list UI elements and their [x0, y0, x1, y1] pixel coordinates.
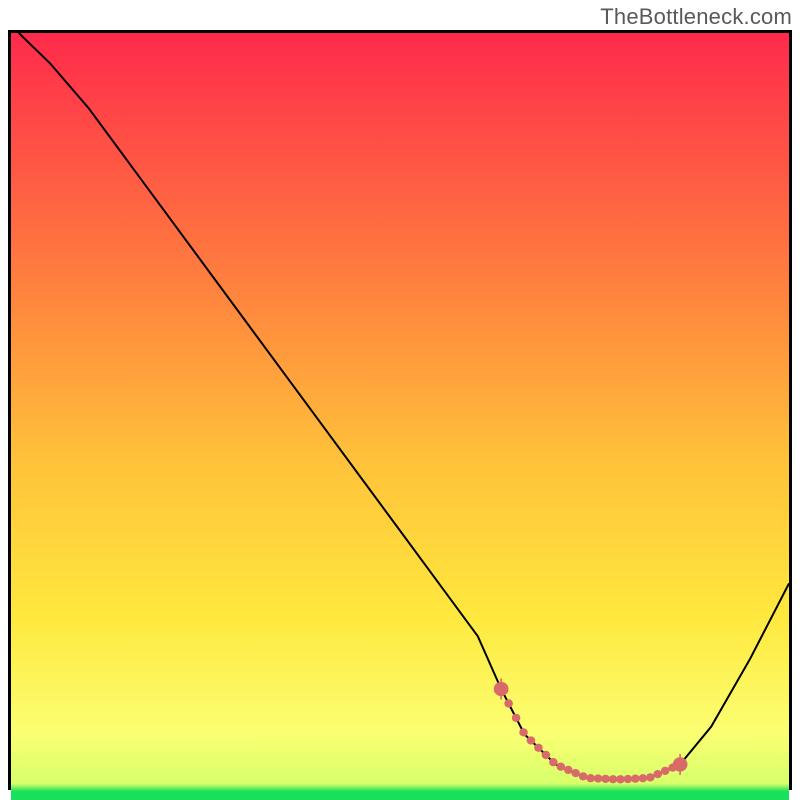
curve-layer [11, 33, 789, 787]
flat-region-dot [504, 699, 513, 707]
flat-region-dot [624, 775, 633, 783]
bottleneck-curve [19, 33, 789, 779]
flat-region-dot [549, 758, 558, 766]
flat-region-dot [542, 751, 551, 759]
plot-area [8, 30, 792, 790]
watermark-text: TheBottleneck.com [600, 4, 792, 30]
flat-region-dot [571, 769, 580, 777]
flat-region-dot [661, 767, 670, 775]
flat-region-dot [609, 775, 618, 783]
flat-region-dot [519, 728, 528, 736]
flat-region-dot [653, 770, 662, 778]
flat-region-dot [579, 772, 588, 780]
flat-region-dot [564, 766, 573, 774]
flat-region-dot [527, 736, 536, 744]
flat-region-dot [594, 774, 603, 782]
flat-region-dot [601, 775, 610, 783]
flat-region-dot [631, 774, 640, 782]
chart-container: TheBottleneck.com [0, 0, 800, 800]
flat-region-dot [586, 774, 595, 782]
flat-region-dot [512, 714, 521, 722]
flat-region-dot [639, 774, 648, 782]
flat-region-dot [646, 773, 655, 781]
flat-region-dot [534, 744, 543, 752]
flat-region-dot [616, 775, 625, 783]
flat-region-markers [494, 678, 688, 783]
flat-region-dot [557, 762, 566, 770]
